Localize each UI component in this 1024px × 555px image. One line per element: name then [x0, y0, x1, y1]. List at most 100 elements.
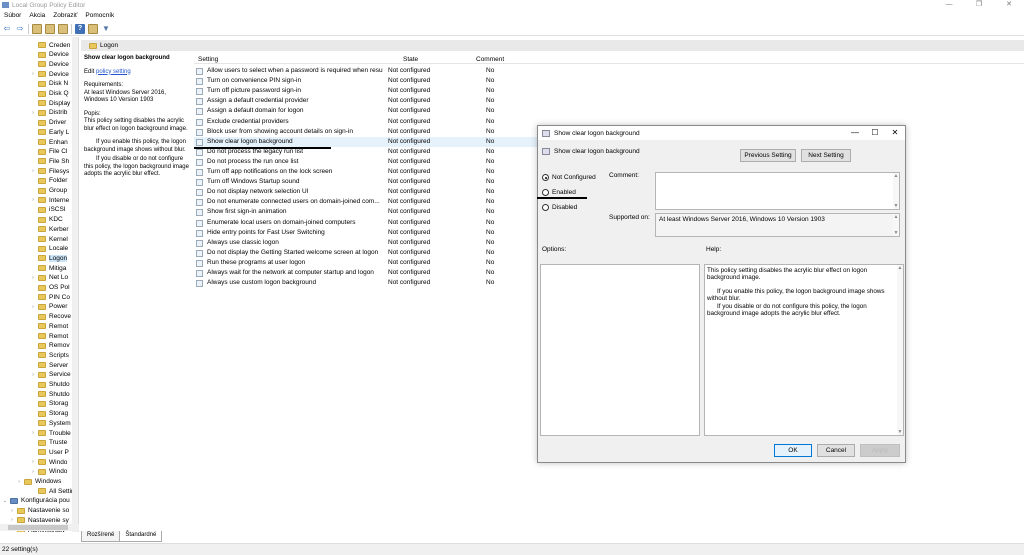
tree-item[interactable]: › Service — [30, 370, 71, 380]
tree-item[interactable]: Logon — [30, 253, 68, 263]
setting-row[interactable]: Assign a default domain for logon Not con… — [194, 106, 594, 116]
setting-row[interactable]: Always use custom logon background Not co… — [194, 278, 594, 288]
tree-item[interactable]: Mitiga — [30, 263, 66, 273]
radio-disabled-circle[interactable] — [542, 204, 549, 211]
expand-chevron-icon[interactable]: › — [30, 275, 36, 281]
tree-item[interactable]: Remov — [30, 341, 70, 351]
radio-enabled[interactable]: Enabled — [542, 189, 576, 196]
setting-row[interactable]: Do not process the run once list Not conf… — [194, 157, 594, 167]
expand-chevron-icon[interactable]: › — [30, 372, 36, 378]
tree-item[interactable]: Display — [30, 98, 70, 108]
tree-item[interactable]: Kerber — [30, 224, 69, 234]
setting-row[interactable]: Assign a default credential provider Not … — [194, 96, 594, 106]
expand-chevron-icon[interactable]: › — [30, 71, 36, 77]
column-comment[interactable]: Comment — [476, 56, 504, 63]
tab-extended[interactable]: Rozšírené — [81, 531, 121, 542]
tree-item[interactable]: Kernel — [30, 234, 68, 244]
tree-item[interactable]: System — [30, 418, 71, 428]
export-list-icon[interactable] — [58, 23, 68, 34]
setting-row[interactable]: Run these programs at user logon Not conf… — [194, 258, 594, 268]
apply-button[interactable]: Apply — [860, 444, 900, 457]
back-arrow-icon[interactable]: ⇦ — [2, 24, 12, 34]
tree-scroll-thumb[interactable] — [8, 525, 68, 530]
expand-chevron-icon[interactable]: › — [30, 430, 36, 436]
tree-item[interactable]: Storag — [30, 409, 68, 419]
setting-row[interactable]: Show first sign-in animation Not configur… — [194, 207, 594, 217]
tree-item[interactable]: Remot — [30, 321, 68, 331]
tree-item[interactable]: Creden — [30, 40, 70, 50]
tree-item[interactable]: Scripts — [30, 350, 69, 360]
tree-item[interactable]: › Filesys — [30, 166, 69, 176]
tree-item[interactable]: Folder — [30, 176, 67, 186]
help-icon[interactable]: ? — [75, 23, 85, 34]
tree-item[interactable]: Enhan — [30, 137, 68, 147]
tree-item[interactable]: Shutdo — [30, 389, 70, 399]
tree-item[interactable]: File Sh — [30, 156, 69, 166]
expand-chevron-icon[interactable]: › — [30, 304, 36, 310]
column-setting[interactable]: Setting — [198, 56, 218, 63]
next-setting-button[interactable]: Next Setting — [801, 149, 851, 162]
help-scrollbar[interactable]: ▲ ▼ — [897, 265, 903, 435]
tree-item[interactable]: › Net Lo — [30, 273, 68, 283]
tree-item[interactable]: Disk N — [30, 79, 68, 89]
tree-item[interactable]: Driver — [30, 118, 66, 128]
cancel-button[interactable]: Cancel — [817, 444, 855, 457]
menu-view[interactable]: Zobraziť — [53, 12, 77, 19]
tree-item[interactable]: › Device — [30, 69, 69, 79]
tree-item[interactable]: › Power — [30, 302, 67, 312]
expand-chevron-icon[interactable]: › — [30, 168, 36, 174]
properties-icon[interactable] — [88, 23, 98, 34]
dialog-maximize-button[interactable]: ☐ — [865, 126, 885, 140]
close-button[interactable]: ✕ — [994, 0, 1024, 10]
expand-chevron-icon[interactable]: › — [9, 517, 15, 523]
show-hide-tree-icon[interactable] — [45, 23, 55, 34]
tree-item[interactable]: › Nastavenie so — [9, 506, 69, 516]
radio-not-configured-circle[interactable] — [542, 174, 549, 181]
menu-help[interactable]: Pomocník — [85, 12, 114, 19]
dialog-close-button[interactable]: ✕ — [885, 126, 905, 140]
tree-item[interactable]: KDC — [30, 215, 63, 225]
expand-chevron-icon[interactable]: › — [30, 110, 36, 116]
setting-row[interactable]: Always wait for the network at computer … — [194, 268, 594, 278]
tree-item[interactable]: Device — [30, 59, 69, 69]
tree-item[interactable]: Truste — [30, 438, 67, 448]
tree-item[interactable]: Device — [30, 50, 69, 60]
setting-row[interactable]: Exclude credential providers Not configur… — [194, 117, 594, 127]
tree-item[interactable]: Remot — [30, 331, 68, 341]
tree-item[interactable]: ⌄ Konfigurácia pou — [2, 496, 70, 506]
expand-chevron-icon[interactable]: › — [9, 508, 15, 514]
expand-chevron-icon[interactable]: › — [30, 459, 36, 465]
tree-item[interactable]: File Cl — [30, 147, 67, 157]
minimize-button[interactable]: — — [934, 0, 964, 10]
tree-item[interactable]: OS Pol — [30, 283, 70, 293]
tree-item[interactable]: › Windo — [30, 467, 67, 477]
tree-item[interactable]: Early L — [30, 127, 69, 137]
maximize-button[interactable]: ❐ — [964, 0, 994, 10]
dialog-minimize-button[interactable]: — — [845, 126, 865, 140]
setting-row[interactable]: Hide entry points for Fast User Switchin… — [194, 228, 594, 238]
tree-item[interactable]: › Interne — [30, 195, 69, 205]
up-folder-icon[interactable] — [32, 23, 42, 34]
tree-item[interactable]: Server — [30, 360, 68, 370]
ok-button[interactable]: OK — [774, 444, 812, 457]
tree-item[interactable]: iSCSI — [30, 205, 66, 215]
expand-chevron-icon[interactable]: ⌄ — [2, 498, 8, 504]
tree-item[interactable]: Storag — [30, 399, 68, 409]
tree-item[interactable]: Locale — [30, 244, 68, 254]
radio-disabled[interactable]: Disabled — [542, 204, 577, 211]
tab-standard[interactable]: Štandardné — [119, 531, 163, 542]
tree-item[interactable]: › Windows — [16, 477, 61, 487]
column-state[interactable]: State — [403, 56, 418, 63]
menu-action[interactable]: Akcia — [29, 12, 45, 19]
expand-chevron-icon[interactable]: › — [30, 469, 36, 475]
forward-arrow-icon[interactable]: ⇨ — [15, 24, 25, 34]
setting-row[interactable]: Do not enumerate connected users on doma… — [194, 197, 594, 207]
menu-file[interactable]: Súbor — [4, 12, 21, 19]
tree-item[interactable]: › Trouble — [30, 428, 71, 438]
setting-row[interactable]: Do not display the Getting Started welco… — [194, 248, 594, 258]
radio-not-configured[interactable]: Not Configured — [542, 174, 596, 181]
setting-row[interactable]: Block user from showing account details … — [194, 127, 594, 137]
previous-setting-button[interactable]: Previous Setting — [740, 149, 796, 162]
setting-row[interactable]: Turn off picture password sign-in Not con… — [194, 86, 594, 96]
setting-row[interactable]: Enumerate local users on domain-joined c… — [194, 218, 594, 228]
